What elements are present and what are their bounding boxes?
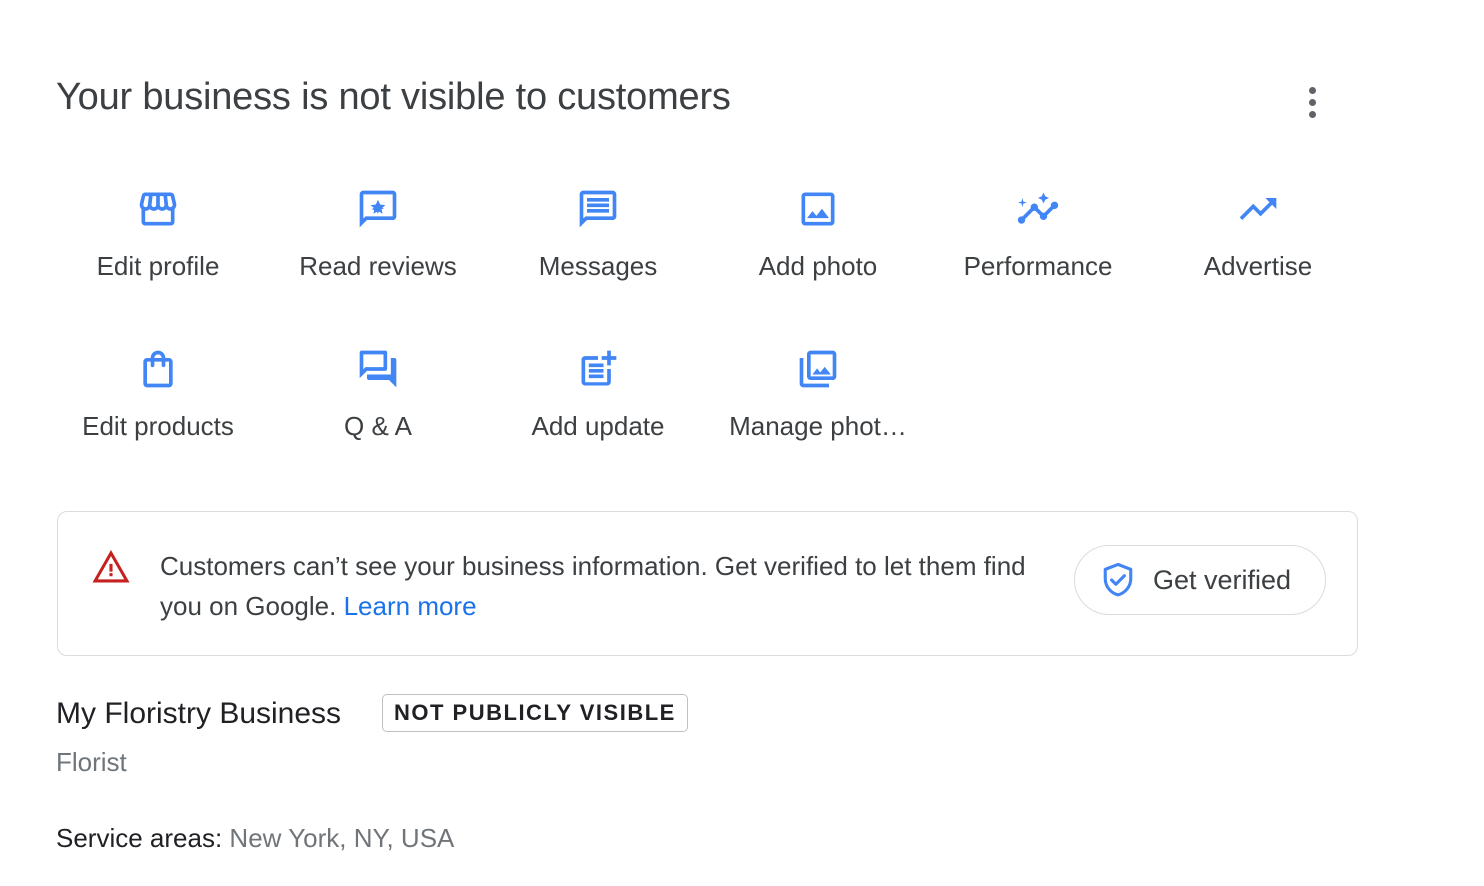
alert-text: Customers can’t see your business inform…: [160, 551, 1026, 621]
learn-more-link[interactable]: Learn more: [344, 591, 477, 621]
edit-products-label: Edit products: [82, 411, 234, 441]
more-vert-icon-dot: [1308, 110, 1316, 118]
add-photo-label: Add photo: [758, 251, 878, 281]
forum-icon: [356, 347, 400, 391]
business-name: My Floristry Business: [56, 697, 342, 730]
messages-button[interactable]: Messages: [488, 187, 708, 282]
review-star-icon: [356, 187, 400, 231]
more-options-button[interactable]: [1292, 80, 1332, 124]
edit-profile-button[interactable]: Edit profile: [48, 187, 268, 282]
trending-up-icon: [1236, 187, 1280, 231]
add-update-label: Add update: [531, 411, 665, 441]
add-update-button[interactable]: Add update: [488, 347, 708, 442]
more-vert-icon: [1308, 86, 1316, 94]
read-reviews-label: Read reviews: [299, 251, 457, 281]
edit-products-button[interactable]: Edit products: [48, 347, 268, 442]
manage-photos-label: Manage phot…: [729, 411, 907, 441]
performance-button[interactable]: Performance: [928, 187, 1148, 282]
shopping-bag-icon: [136, 347, 180, 391]
q-and-a-label: Q & A: [344, 411, 412, 441]
post-add-icon: [576, 347, 620, 391]
q-and-a-button[interactable]: Q & A: [268, 347, 488, 442]
performance-label: Performance: [963, 251, 1113, 281]
get-verified-label: Get verified: [1153, 564, 1292, 595]
messages-label: Messages: [538, 251, 658, 281]
service-areas: Service areas: New York, NY, USA: [56, 823, 454, 854]
more-vert-icon-dot: [1308, 98, 1316, 106]
add-photo-button[interactable]: Add photo: [708, 187, 928, 282]
service-areas-value: New York, NY, USA: [229, 823, 455, 853]
read-reviews-button[interactable]: Read reviews: [268, 187, 488, 282]
warning-icon: [92, 550, 130, 583]
verification-alert: Customers can’t see your business inform…: [57, 511, 1358, 656]
page-title: Your business is not visible to customer…: [56, 76, 731, 118]
image-icon: [796, 187, 840, 231]
manage-photos-button[interactable]: Manage phot…: [708, 347, 928, 442]
alert-message: Customers can’t see your business inform…: [160, 546, 1040, 626]
verified-shield-icon: [1103, 562, 1133, 597]
advertise-label: Advertise: [1203, 251, 1313, 281]
edit-profile-label: Edit profile: [96, 251, 220, 281]
message-icon: [576, 187, 620, 231]
storefront-icon: [136, 187, 180, 231]
get-verified-button[interactable]: Get verified: [1074, 545, 1326, 615]
service-areas-label: Service areas:: [56, 823, 223, 853]
photo-library-icon: [796, 347, 840, 391]
status-badge: NOT PUBLICLY VISIBLE: [382, 694, 688, 732]
advertise-button[interactable]: Advertise: [1148, 187, 1368, 282]
business-category: Florist: [56, 747, 127, 777]
insights-icon: [1016, 187, 1060, 231]
